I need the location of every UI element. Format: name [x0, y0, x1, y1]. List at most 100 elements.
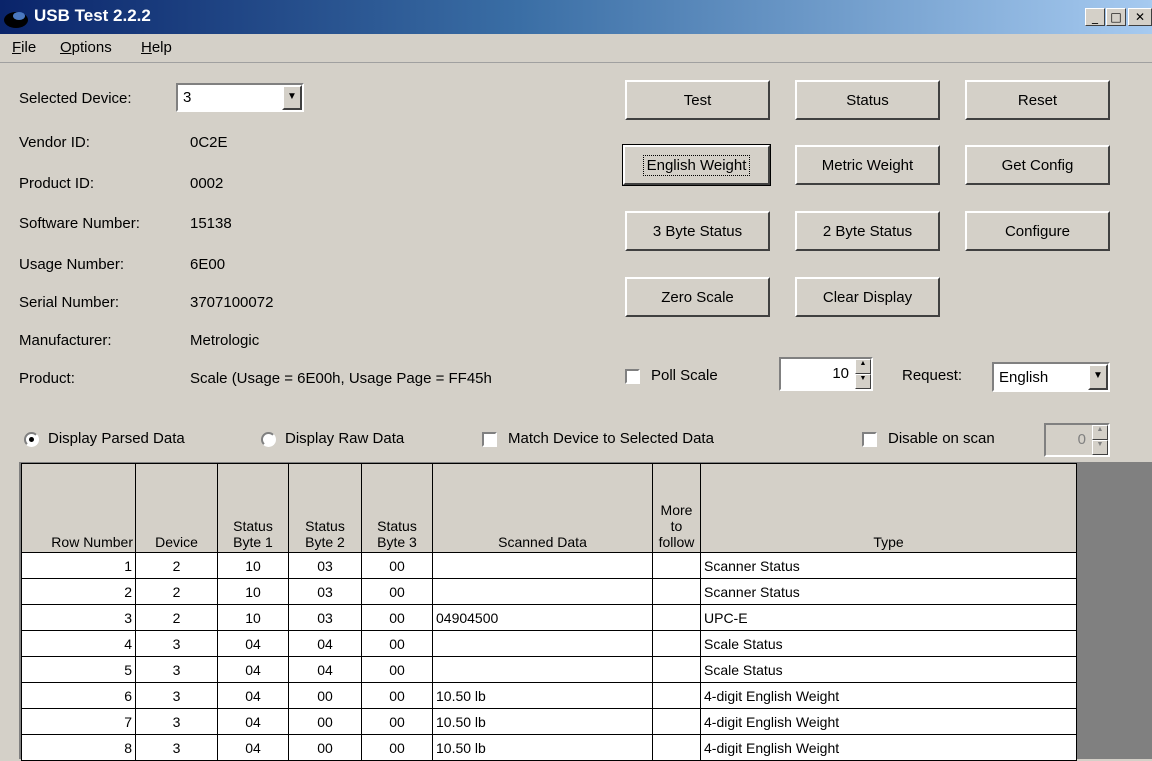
configure-button[interactable]: Configure [965, 211, 1110, 251]
table-cell: 10 [217, 604, 289, 631]
software-number-label: Software Number: [19, 215, 140, 232]
three-byte-status-button[interactable]: 3 Byte Status [625, 211, 770, 251]
column-header[interactable]: Type [700, 463, 1077, 553]
test-button[interactable]: Test [625, 80, 770, 120]
poll-scale-label: Poll Scale [651, 367, 718, 384]
table-cell: Scale Status [700, 656, 1077, 683]
get-config-button[interactable]: Get Config [965, 145, 1110, 185]
app-icon [4, 12, 28, 28]
chevron-down-icon[interactable]: ▼ [282, 85, 302, 110]
zero-scale-button[interactable]: Zero Scale [625, 277, 770, 317]
reset-button[interactable]: Reset [965, 80, 1110, 120]
table-cell: 00 [361, 734, 433, 761]
table-cell: 10 [217, 578, 289, 605]
display-parsed-radio[interactable] [24, 432, 39, 447]
english-weight-button[interactable]: English Weight [622, 144, 771, 186]
spin-up-icon[interactable]: ▲ [1092, 425, 1108, 440]
table-cell: 00 [361, 604, 433, 631]
selected-device-dropdown[interactable]: 3 ▼ [176, 83, 304, 112]
column-header[interactable]: Scanned Data [432, 463, 653, 553]
menu-file[interactable]: File [12, 39, 36, 56]
display-raw-radio[interactable] [261, 432, 276, 447]
table-row[interactable]: 4 3 04 04 00 Scale Status [21, 630, 1077, 657]
table-cell: 03 [288, 578, 362, 605]
maximize-icon[interactable]: □ [1106, 8, 1126, 26]
request-dropdown[interactable]: English ▼ [992, 362, 1110, 392]
table-cell: UPC-E [700, 604, 1077, 631]
table-row[interactable]: 1 2 10 03 00 Scanner Status [21, 552, 1077, 579]
status-button[interactable]: Status [795, 80, 940, 120]
spin-down-icon[interactable]: ▼ [855, 374, 871, 389]
table-cell: 00 [288, 734, 362, 761]
close-icon[interactable]: ✕ [1128, 8, 1152, 26]
table-cell: 7 [21, 708, 136, 735]
table-cell [652, 630, 701, 657]
table-cell: 04 [288, 630, 362, 657]
header-label: More to follow [658, 502, 695, 550]
table-cell: 00 [288, 708, 362, 735]
usage-number-label: Usage Number: [19, 256, 125, 273]
table-cell: 10.50 lb [432, 708, 653, 735]
disable-on-scan-label: Disable on scan [888, 430, 995, 447]
disable-count-value: 0 [1077, 431, 1086, 448]
table-row[interactable]: 8 3 04 00 00 10.50 lb 4-digit English Weight [21, 734, 1077, 761]
disable-on-scan-checkbox[interactable] [862, 432, 877, 447]
table-cell [652, 578, 701, 605]
display-raw-label: Display Raw Data [285, 430, 405, 447]
clear-display-button[interactable]: Clear Display [795, 277, 940, 317]
table-cell: 10 [217, 552, 289, 579]
table-cell [432, 656, 653, 683]
selected-device-label: Selected Device: [19, 90, 132, 107]
table-cell [652, 604, 701, 631]
table-cell: 04904500 [432, 604, 653, 631]
table-row[interactable]: 7 3 04 00 00 10.50 lb 4-digit English Weight [21, 708, 1077, 735]
two-byte-status-button[interactable]: 2 Byte Status [795, 211, 940, 251]
menu-options[interactable]: Options [60, 39, 112, 56]
column-header[interactable]: Status Byte 1 [217, 463, 289, 553]
table-cell: 00 [361, 682, 433, 709]
poll-interval-spinner[interactable]: 10 ▲ ▼ [779, 357, 873, 391]
table-cell: 1 [21, 552, 136, 579]
manufacturer-value: Metrologic [190, 332, 260, 349]
minimize-icon[interactable]: _ [1085, 8, 1105, 26]
table-cell: 00 [361, 630, 433, 657]
data-grid[interactable]: Row Number Device Status Byte 1 Status B… [21, 463, 1077, 761]
table-row[interactable]: 6 3 04 00 00 10.50 lb 4-digit English Weight [21, 682, 1077, 709]
table-cell: 00 [361, 656, 433, 683]
table-cell: 10.50 lb [432, 734, 653, 761]
table-row[interactable]: 2 2 10 03 00 Scanner Status [21, 578, 1077, 605]
header-label: Status Byte 3 [377, 518, 417, 550]
table-cell: 3 [21, 604, 136, 631]
poll-scale-checkbox[interactable] [625, 369, 640, 384]
table-cell [432, 630, 653, 657]
column-header[interactable]: More to follow [652, 463, 701, 553]
table-cell: 3 [135, 682, 218, 709]
spin-up-icon[interactable]: ▲ [855, 359, 871, 374]
spin-down-icon[interactable]: ▼ [1092, 440, 1108, 455]
table-cell: 03 [288, 552, 362, 579]
column-header[interactable]: Device [135, 463, 218, 553]
chevron-down-icon[interactable]: ▼ [1088, 364, 1108, 390]
title-bar[interactable] [0, 0, 1152, 34]
menu-options-label: Options [60, 39, 112, 56]
request-label: Request: [902, 367, 963, 384]
column-header[interactable]: Row Number [21, 463, 136, 553]
table-cell: 6 [21, 682, 136, 709]
table-row[interactable]: 5 3 04 04 00 Scale Status [21, 656, 1077, 683]
table-cell: Scale Status [700, 630, 1077, 657]
table-row[interactable]: 3 2 10 03 00 04904500 UPC-E [21, 604, 1077, 631]
product-value: Scale (Usage = 6E00h, Usage Page = FF45h [190, 370, 492, 387]
column-header[interactable]: Status Byte 3 [361, 463, 433, 553]
header-label: Type [873, 534, 904, 550]
table-cell: 4-digit English Weight [700, 708, 1077, 735]
metric-weight-button[interactable]: Metric Weight [795, 145, 940, 185]
match-device-checkbox[interactable] [482, 432, 497, 447]
column-header[interactable]: Status Byte 2 [288, 463, 362, 553]
menu-help[interactable]: Help [141, 39, 172, 56]
match-device-label: Match Device to Selected Data [508, 430, 714, 447]
table-cell: 04 [288, 656, 362, 683]
request-value: English [999, 369, 1049, 386]
table-cell: Scanner Status [700, 552, 1077, 579]
table-cell: 3 [135, 630, 218, 657]
disable-count-spinner[interactable]: 0 ▲ ▼ [1044, 423, 1110, 457]
